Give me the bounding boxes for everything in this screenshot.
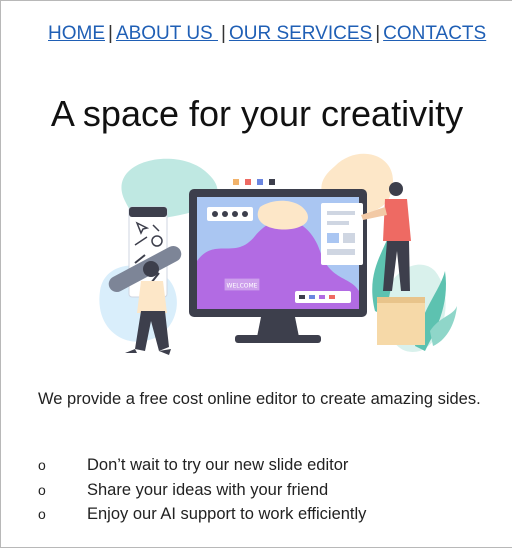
hero-title: A space for your creativity [50,93,464,134]
designer-editor-illustration-icon: WELCOME [99,153,457,355]
description-text: We provide a free cost online editor to … [38,390,481,408]
nav-services-link[interactable]: OUR SERVICES [229,23,372,44]
feature-list: o Don’t wait to try our new slide editor … [38,453,366,527]
nav-separator: | [375,23,381,44]
nav-home-link[interactable]: HOME [48,23,105,44]
nav-contacts-link[interactable]: CONTACTS [383,23,486,44]
nav-separator: | [108,23,113,44]
list-item: o Enjoy our AI support to work efficientl… [38,502,366,527]
bullet-marker: o [38,481,46,498]
bullet-marker: o [38,457,46,473]
list-item-text: Enjoy our AI support to work efficiently [87,505,367,523]
bullet-marker: o [38,506,46,522]
nav-separator: | [221,23,226,44]
top-nav: HOME | ABOUT US | OUR SERVICES | CONTACTS [48,23,512,45]
nav-about-link[interactable]: ABOUT US [116,23,218,44]
screen-welcome-label: WELCOME [227,283,258,290]
list-item-text: Share your ideas with your friend [87,480,329,499]
list-item-text: Don’t wait to try our new slide editor [87,456,349,474]
page: HOME | ABOUT US | OUR SERVICES | CONTACTS A s… [0,0,512,548]
list-item: o Share your ideas with your friend [38,478,366,503]
list-item: o Don’t wait to try our new slide editor [38,453,366,478]
